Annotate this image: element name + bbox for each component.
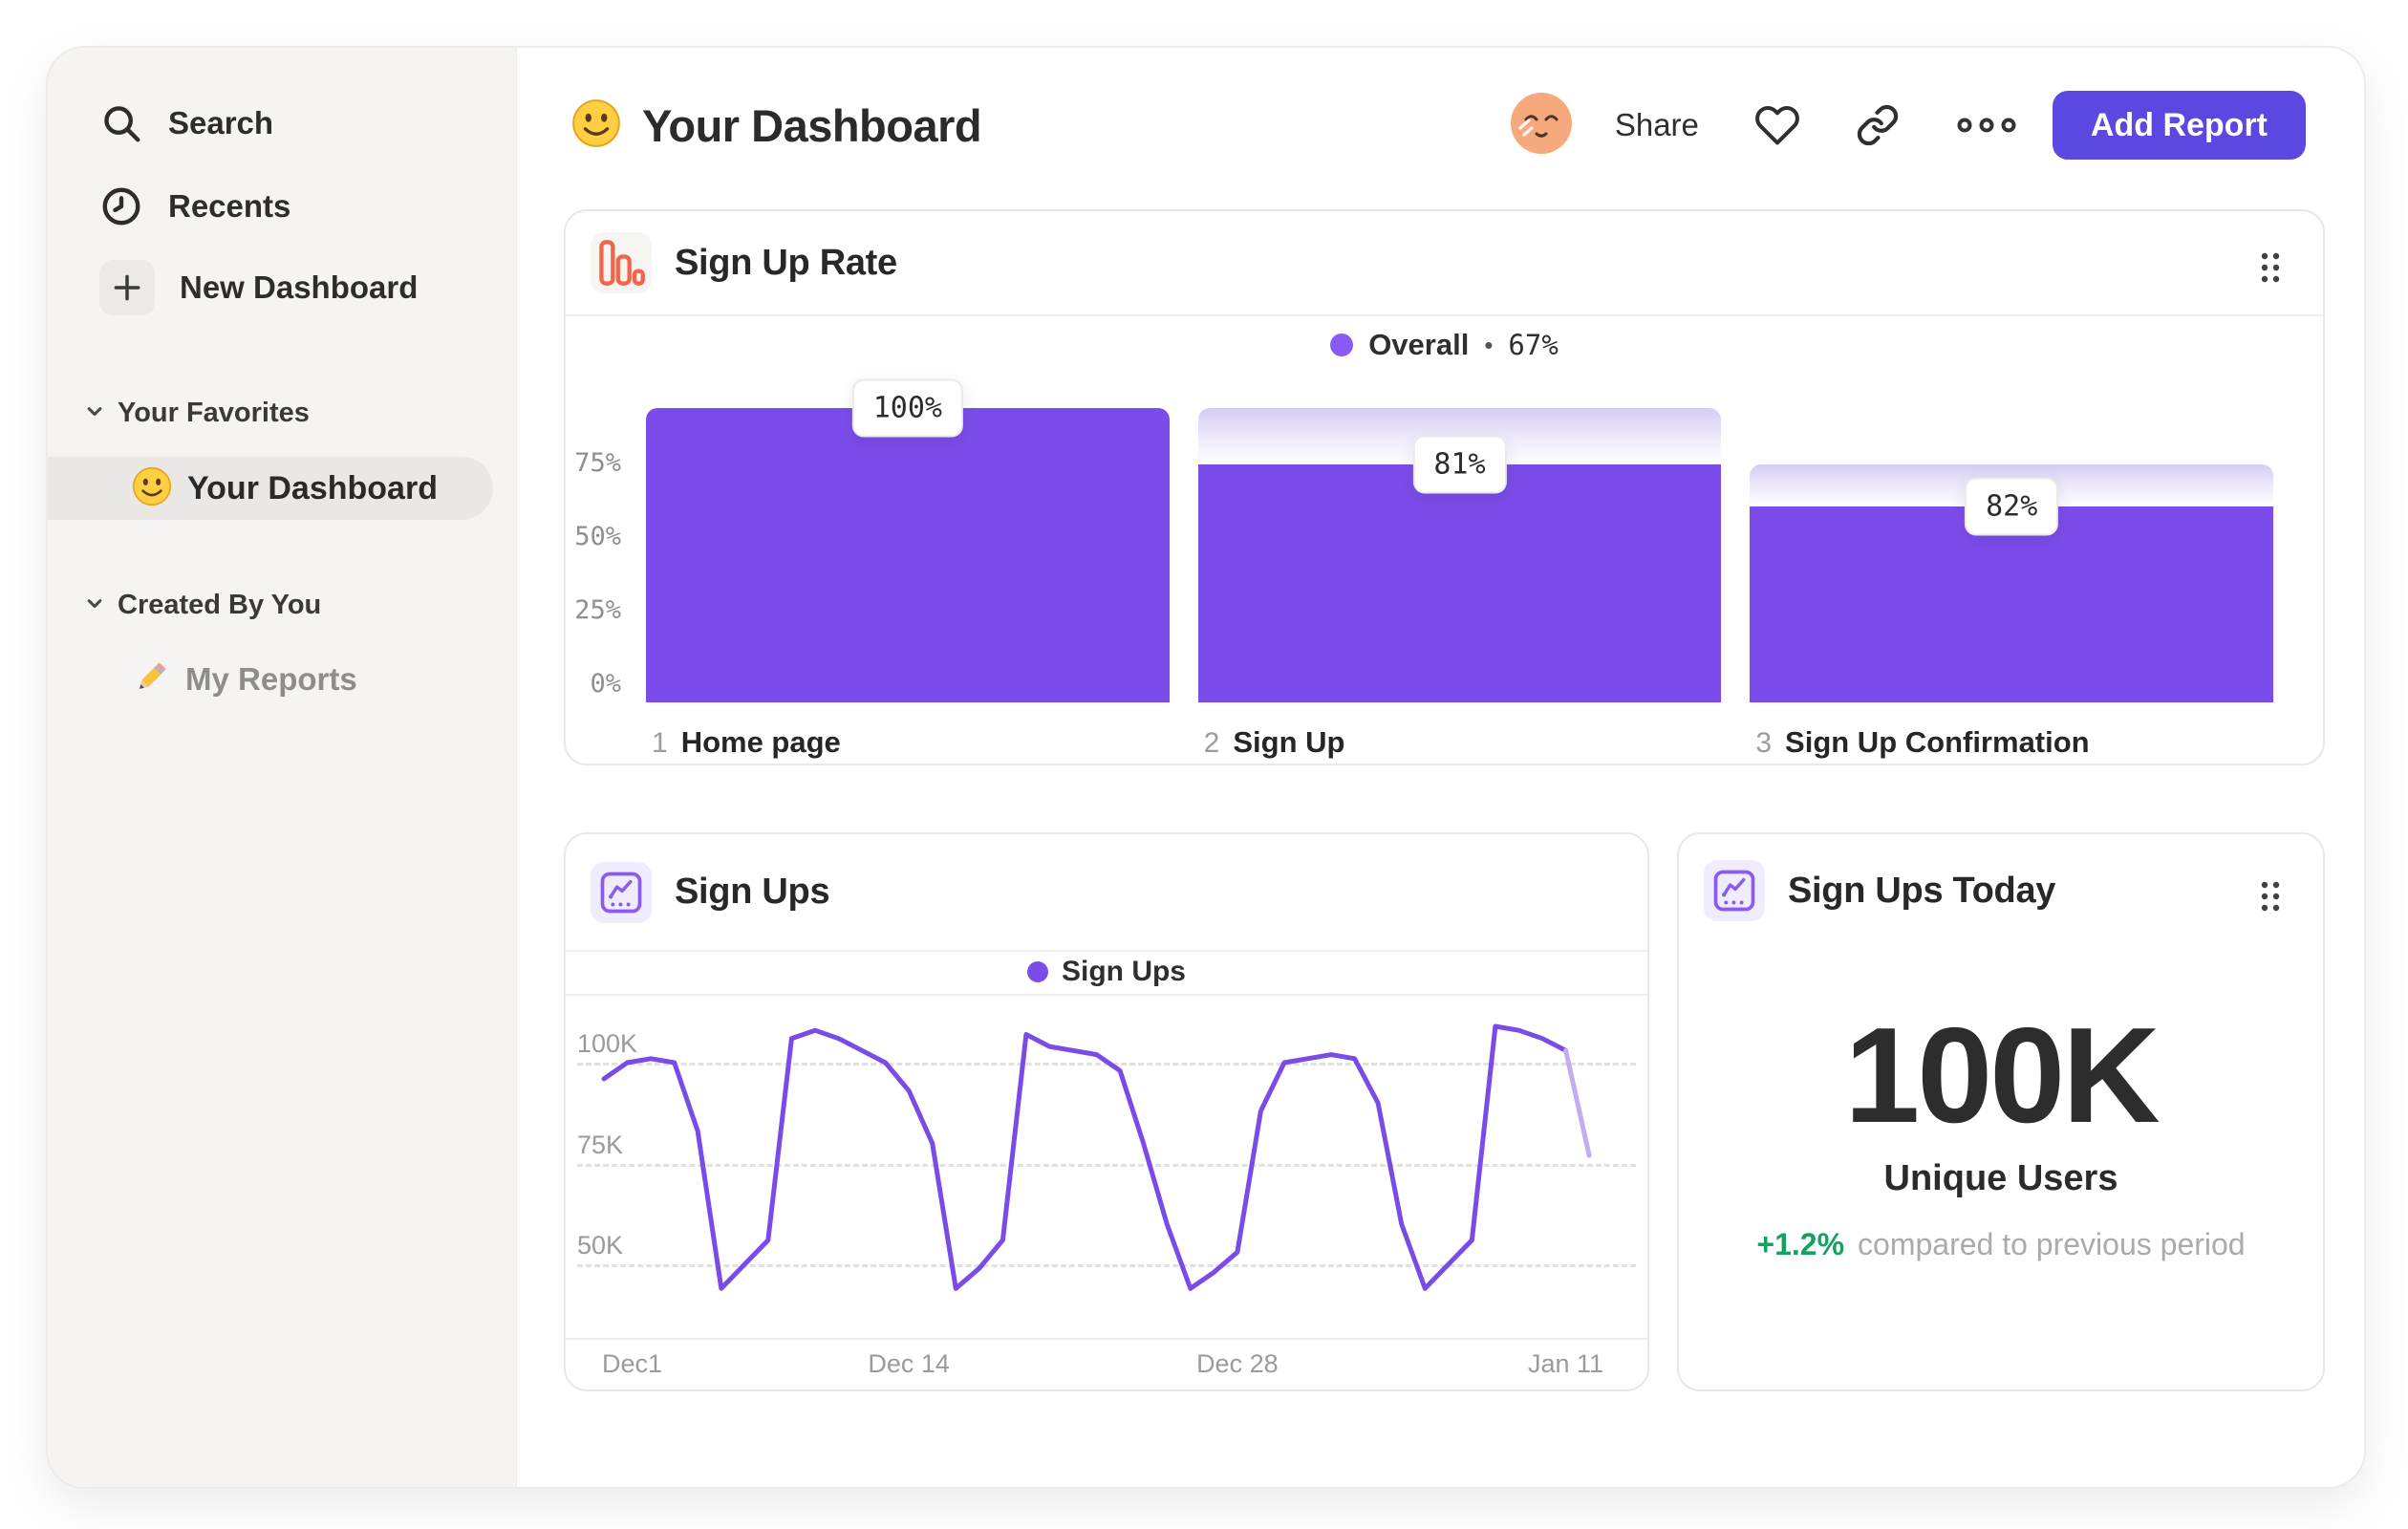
- x-tick: Dec1: [602, 1349, 663, 1378]
- unique-users-label: Unique Users: [1883, 1158, 2118, 1198]
- share-button[interactable]: Share: [1615, 107, 1699, 143]
- sidebar-item-your-dashboard[interactable]: Your Dashboard: [48, 457, 493, 520]
- header-controls: Share Add Report: [1510, 91, 2306, 160]
- legend-overall-value: 67%: [1508, 329, 1559, 361]
- sidebar-search-label: Search: [168, 105, 274, 140]
- sign-ups-today-card: Sign Ups Today 100K Unique Users +1.2% c…: [1677, 832, 2325, 1391]
- x-tick: Jan 11: [1528, 1349, 1604, 1378]
- change-description: compared to previous period: [1858, 1227, 2246, 1261]
- bar-chart-icon: [591, 232, 652, 293]
- sign-up-rate-card: Sign Up Rate Overall • 67% 75% 50% 25% 0…: [564, 209, 2325, 765]
- smiley-emoji-icon: [571, 98, 621, 153]
- change-row: +1.2% compared to previous period: [1679, 1227, 2323, 1262]
- sidebar-created-by-you-label: Created By You: [118, 590, 322, 620]
- y-tick: 75%: [574, 448, 621, 478]
- chevron-down-icon: [81, 398, 108, 429]
- x-axis-labels: Dec1 Dec 14 Dec 28 Jan 11: [566, 1338, 1647, 1393]
- sign-ups-chart: 100K 75K 50K: [566, 996, 1647, 1340]
- dashboard-screen: Search Recents New Dashboard Your Favori…: [0, 0, 2408, 1529]
- funnel-bar-fill: [1197, 464, 1722, 702]
- favorite-heart-icon[interactable]: [1754, 102, 1800, 148]
- clock-icon: [99, 184, 143, 228]
- page-title: Your Dashboard: [642, 99, 982, 151]
- funnel-bar-3: 82%: [1750, 408, 2274, 702]
- x-tick: Dec 14: [868, 1349, 950, 1378]
- step-number: 3: [1755, 727, 1773, 759]
- funnel-bar-fill: [646, 408, 1170, 702]
- sidebar-item-recents[interactable]: Recents: [99, 176, 290, 237]
- legend-series-name: Overall: [1368, 328, 1470, 361]
- funnel-value-badge: 81%: [1412, 435, 1507, 494]
- legend-separator: •: [1484, 330, 1494, 359]
- search-icon: [99, 101, 143, 145]
- sign-ups-today-card-header: Sign Ups Today: [1679, 834, 2323, 947]
- step-name: Sign Up Confirmation: [1785, 725, 2090, 759]
- sign-ups-card-header: Sign Ups: [566, 834, 1647, 952]
- sidebar-my-reports-label: My Reports: [185, 661, 357, 697]
- sidebar-new-dashboard-label: New Dashboard: [180, 269, 419, 305]
- main-content: Your Dashboard Share Add Report Sign Up …: [517, 48, 2364, 1487]
- sidebar-item-my-reports[interactable]: My Reports: [132, 649, 357, 710]
- add-report-button[interactable]: Add Report: [2052, 91, 2306, 160]
- chevron-down-icon: [81, 590, 108, 621]
- drag-handle-icon[interactable]: [2260, 251, 2281, 289]
- copy-link-icon[interactable]: [1856, 103, 1900, 147]
- sidebar-section-your-favorites[interactable]: Your Favorites: [81, 398, 310, 429]
- legend-dot: [1026, 961, 1048, 982]
- app-window: Search Recents New Dashboard Your Favori…: [46, 46, 2366, 1489]
- step-name: Home page: [680, 725, 841, 759]
- x-tick: Dec 28: [1196, 1349, 1279, 1378]
- sign-up-rate-title: Sign Up Rate: [675, 242, 897, 283]
- funnel-y-axis: 75% 50% 25% 0%: [566, 408, 621, 733]
- line-chart-icon: [1704, 860, 1765, 921]
- step-number: 1: [652, 727, 668, 759]
- sidebar-item-search[interactable]: Search: [99, 93, 273, 154]
- legend-dot: [1330, 334, 1354, 356]
- funnel-step-label: 3 Sign Up Confirmation: [1750, 725, 2273, 760]
- sign-ups-today-title: Sign Ups Today: [1788, 870, 2056, 911]
- sign-up-rate-card-header: Sign Up Rate: [566, 211, 2323, 316]
- sidebar-item-new-dashboard[interactable]: New Dashboard: [99, 257, 418, 318]
- sign-ups-title: Sign Ups: [675, 872, 830, 912]
- drag-handle-icon[interactable]: [2260, 880, 2281, 917]
- more-options-icon[interactable]: [1955, 114, 2018, 137]
- funnel-bar-1: 100%: [646, 378, 1170, 702]
- sign-ups-legend: Sign Ups: [566, 950, 1647, 996]
- sidebar-recents-label: Recents: [168, 188, 291, 224]
- funnel-chart: 100% 81% 82%: [646, 378, 2274, 702]
- y-tick: 25%: [574, 595, 621, 625]
- sidebar-your-dashboard-label: Your Dashboard: [187, 469, 438, 506]
- funnel-step-label: 2 Sign Up: [1198, 725, 1722, 760]
- funnel-step-label: 1 Home page: [646, 725, 1170, 760]
- pencil-emoji-icon: [132, 658, 170, 701]
- change-value: +1.2%: [1756, 1227, 1845, 1261]
- page-title-row: Your Dashboard: [571, 96, 982, 155]
- funnel-bar-2: 81%: [1197, 408, 1722, 702]
- sidebar-favorites-label: Your Favorites: [118, 398, 310, 428]
- step-number: 2: [1203, 727, 1220, 759]
- y-tick: 50%: [574, 522, 621, 551]
- plus-icon: [99, 260, 155, 315]
- sidebar: Search Recents New Dashboard Your Favori…: [48, 48, 517, 1487]
- sign-ups-line: [601, 1023, 1592, 1291]
- line-chart-icon: [591, 861, 652, 923]
- sign-ups-card: Sign Ups Sign Ups 100K 75K 50K Dec1 Dec …: [564, 832, 1649, 1391]
- funnel-value-badge: 82%: [1965, 477, 2059, 536]
- sidebar-section-created-by-you[interactable]: Created By You: [81, 590, 321, 621]
- y-tick: 0%: [590, 669, 621, 699]
- unique-users-value: 100K: [1844, 1000, 2160, 1152]
- funnel-value-badge: 100%: [851, 378, 963, 438]
- funnel-step-labels: 1 Home page 2 Sign Up 3 Sign Up Confirmation: [646, 725, 2273, 760]
- legend-series-name: Sign Ups: [1061, 956, 1186, 987]
- avatar[interactable]: [1510, 92, 1573, 160]
- smiley-emoji-icon: [132, 466, 172, 511]
- step-name: Sign Up: [1233, 725, 1345, 759]
- funnel-legend: Overall • 67%: [566, 314, 2323, 376]
- funnel-bar-fill: [1750, 506, 2274, 702]
